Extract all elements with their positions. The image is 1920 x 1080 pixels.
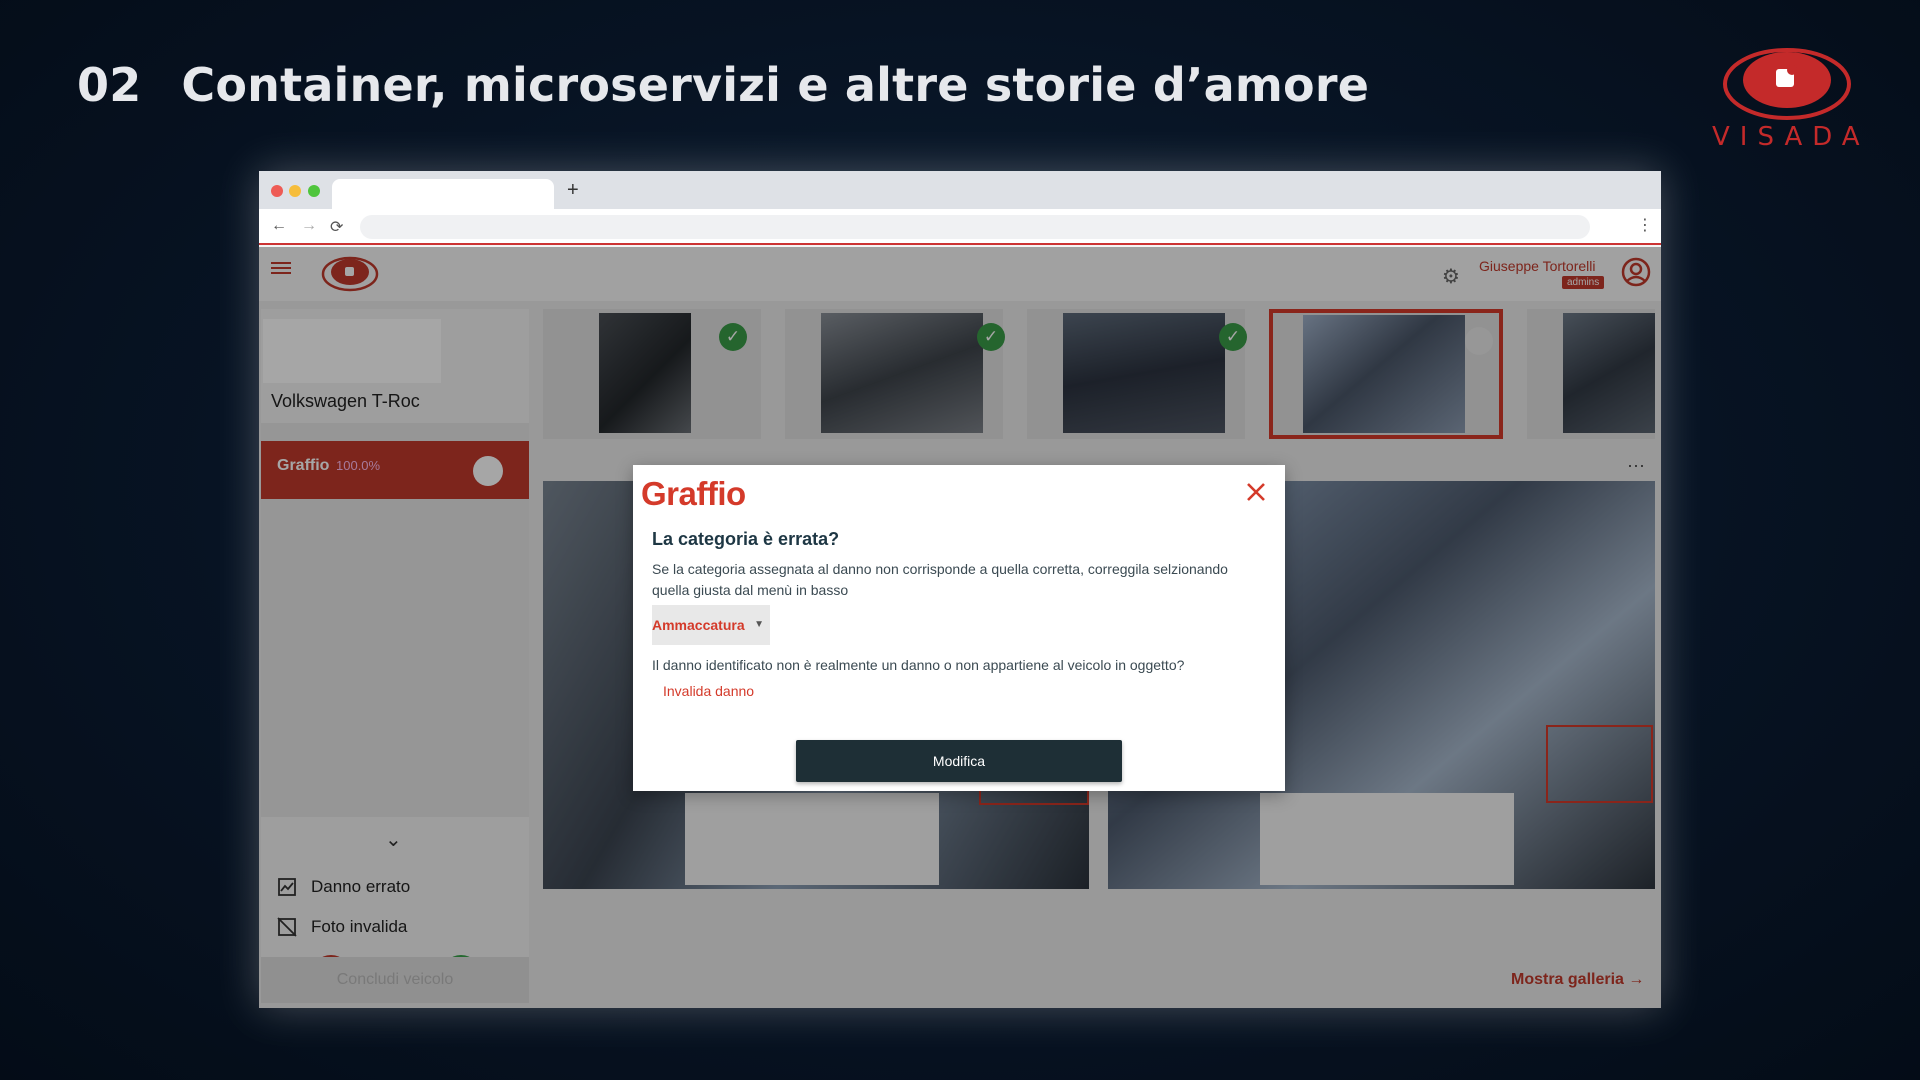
browser-window: + ← → ⟳ ⋮ ⚙ Giuseppe Tortorelli admins V… (259, 171, 1661, 1008)
new-tab-button[interactable]: + (567, 179, 579, 202)
visada-logo-text: VISADA (1712, 122, 1870, 152)
reload-icon[interactable]: ⟳ (330, 217, 343, 237)
category-select[interactable]: Ammaccatura ▼ (652, 605, 770, 645)
minimize-window-dot[interactable] (289, 185, 301, 197)
browser-tab[interactable] (332, 179, 554, 209)
dialog-title: Graffio (641, 475, 746, 512)
forward-arrow-icon[interactable]: → (301, 217, 317, 235)
caret-down-icon: ▼ (754, 619, 764, 630)
dialog-question: La categoria è errata? (652, 529, 840, 549)
slide-title: 02 Container, microservizi e altre stori… (77, 58, 1369, 112)
slide-number: 02 (77, 58, 142, 112)
damage-category-dialog: Graffio La categoria è errata? Se la cat… (633, 465, 1285, 791)
invalidate-damage-link[interactable]: Invalida danno (663, 683, 754, 699)
visada-logo: VISADA (1712, 44, 1862, 154)
visada-logo-icon (1723, 48, 1851, 120)
browser-address-bar: ← → ⟳ ⋮ (259, 209, 1661, 245)
dialog-question-2: Il danno identificato non è realmente un… (652, 657, 1185, 673)
close-window-dot[interactable] (271, 185, 283, 197)
close-icon[interactable] (1245, 481, 1267, 503)
url-input[interactable] (360, 215, 1590, 239)
browser-tabbar: + (259, 171, 1661, 209)
slide-heading: Container, microservizi e altre storie d… (181, 58, 1370, 112)
browser-menu-icon[interactable]: ⋮ (1637, 215, 1653, 235)
back-arrow-icon[interactable]: ← (271, 217, 287, 235)
dialog-description: Se la categoria assegnata al danno non c… (652, 561, 1228, 598)
modify-button[interactable]: Modifica (796, 740, 1122, 782)
maximize-window-dot[interactable] (308, 185, 320, 197)
category-select-value: Ammaccatura (652, 617, 745, 633)
